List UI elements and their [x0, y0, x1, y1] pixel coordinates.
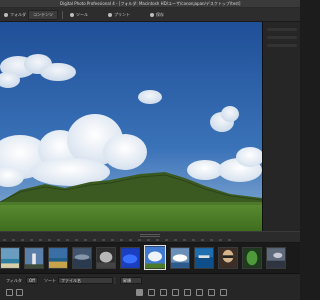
list-view-icon[interactable]: [16, 289, 23, 296]
thumbnail[interactable]: [96, 247, 116, 269]
zoom-100-icon[interactable]: [184, 289, 191, 296]
filmstrip-scrollbar[interactable]: [3, 239, 253, 241]
thumbnail[interactable]: [0, 247, 20, 269]
toolbar-save-button[interactable]: 保存: [150, 10, 164, 20]
folder-icon: [4, 13, 8, 17]
thumbnail[interactable]: [194, 247, 214, 269]
compare-icon[interactable]: [160, 289, 167, 296]
save-icon: [150, 13, 154, 17]
toolbar-tool-button[interactable]: ツール: [70, 10, 88, 20]
print-icon: [108, 13, 112, 17]
splitter-handle[interactable]: [140, 234, 160, 237]
thumbnail[interactable]: [120, 247, 140, 269]
check-icon[interactable]: [220, 289, 227, 296]
image-viewer[interactable]: [0, 22, 262, 231]
toolbar-divider: [62, 11, 63, 19]
panel-row: [267, 28, 297, 31]
toolbar-print-label: プリント: [114, 12, 130, 17]
toolbar-content-button[interactable]: コンテンツ: [28, 10, 58, 20]
panel-row: [267, 44, 297, 47]
rotate-left-icon[interactable]: [136, 289, 143, 296]
thumbnail[interactable]: [218, 247, 238, 269]
right-panel: [262, 22, 300, 231]
toolbar-folder-button[interactable]: フォルダ: [4, 10, 26, 20]
filmstrip: [0, 243, 300, 273]
chevron-down-icon[interactable]: [112, 277, 116, 284]
toolbar-content-label: コンテンツ: [33, 12, 53, 17]
grid-view-icon[interactable]: [6, 289, 13, 296]
thumbnail-selected[interactable]: [144, 245, 166, 270]
title-bar: Digital Photo Professional 4 - [フォルダ: Ma…: [0, 0, 300, 8]
toolbar-print-button[interactable]: プリント: [108, 10, 130, 20]
thumbnail[interactable]: [72, 247, 92, 269]
bottom-bar: フィルタ Off ソート ファイル名 昇順: [0, 273, 300, 300]
panel-row: [267, 36, 297, 39]
toolbar-save-label: 保存: [156, 12, 164, 17]
thumbnail[interactable]: [242, 247, 262, 269]
thumbnail[interactable]: [48, 247, 68, 269]
thumbnail[interactable]: [24, 247, 44, 269]
toolbar-folder-label: フォルダ: [10, 12, 26, 17]
zoom-fit-icon[interactable]: [172, 289, 179, 296]
landscape-photo: [0, 22, 262, 231]
rotate-right-icon[interactable]: [148, 289, 155, 296]
thumbnail[interactable]: [266, 247, 286, 269]
filter-select[interactable]: Off: [26, 277, 38, 284]
toolbar-tool-label: ツール: [76, 12, 88, 17]
info-icon[interactable]: [196, 289, 203, 296]
filmstrip-splitter[interactable]: [0, 231, 300, 243]
tool-icon: [70, 13, 74, 17]
sort-label: ソート: [44, 278, 56, 283]
window-title: Digital Photo Professional 4 - [フォルダ: Ma…: [60, 1, 241, 6]
filter-label: フィルタ: [6, 278, 22, 283]
star-icon[interactable]: [208, 289, 215, 296]
order-select[interactable]: 昇順: [120, 277, 142, 284]
toolbar: フォルダ コンテンツ ツール プリント 保存: [0, 8, 300, 22]
sort-select[interactable]: ファイル名: [58, 277, 116, 284]
thumbnail[interactable]: [170, 247, 190, 269]
